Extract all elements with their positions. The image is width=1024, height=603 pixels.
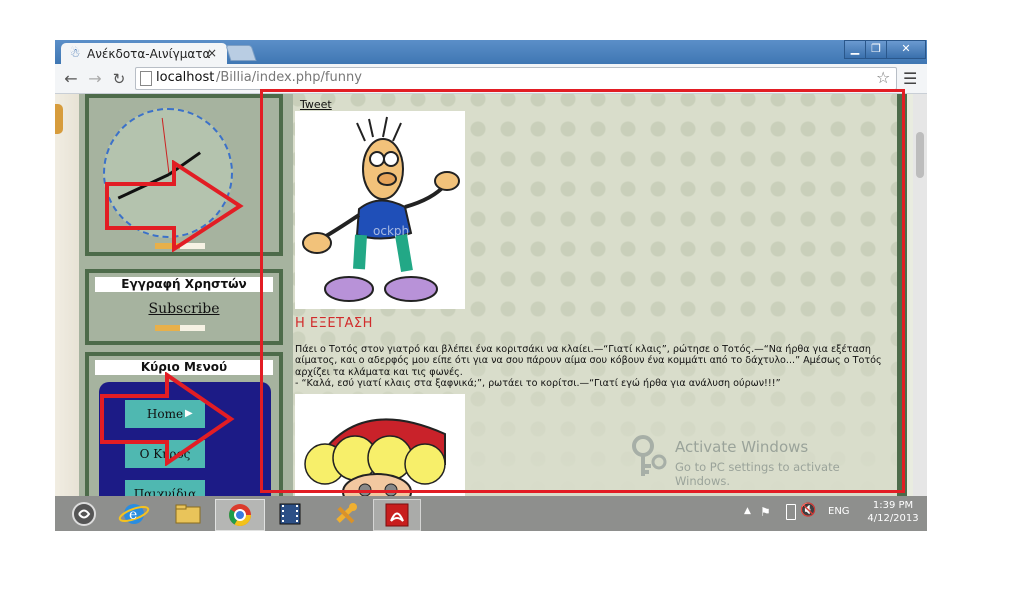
action-center-flag-icon[interactable]: ⚑ [760,505,771,519]
clock-time: 1:39 PM [872,500,914,511]
tray-expand-icon[interactable]: ▲ [744,506,751,516]
chrome-icon [229,504,251,526]
video-app-button[interactable] [269,499,311,529]
pencil-decoration [155,325,205,331]
annotation-arrow-icon [105,160,244,252]
sound-muted-icon[interactable]: 🔇 [800,503,816,518]
taskbar: e ▲ ⚑ 🔇 ENG 1:39 PM 4/12/2013 [55,496,927,531]
start-button[interactable] [63,499,105,529]
language-indicator[interactable]: ENG [828,506,850,517]
minimize-button[interactable]: ▁ [844,40,866,59]
registration-panel: Εγγραφή Χρηστών Subscribe [85,269,283,345]
svg-text:e: e [129,507,137,523]
address-bar[interactable]: localhost /Billia/index.php/funny ☆ [135,67,897,90]
annotation-arrow-icon [100,372,235,466]
chrome-taskbar-button[interactable] [215,499,265,531]
film-icon [279,503,301,525]
chrome-menu-icon[interactable]: ☰ [903,70,917,88]
back-arrow-icon[interactable]: ← [61,69,81,89]
clock-date: 4/12/2013 [867,513,919,524]
annotation-highlight-rectangle [260,89,905,493]
tab-close-icon[interactable]: × [207,45,217,61]
internet-explorer-icon: e [118,504,150,524]
subscribe-link[interactable]: Subscribe [89,301,279,317]
bookmark-star-icon[interactable]: ☆ [876,68,890,88]
internet-explorer-button[interactable]: e [113,499,155,529]
pdf-icon [385,503,409,527]
battery-icon[interactable] [786,504,796,520]
maximize-button[interactable]: ❐ [865,40,887,59]
browser-tab[interactable]: ☃ Ανέκδοτα-Αινίγματα × [61,43,227,64]
start-icon [72,502,96,526]
reload-icon[interactable]: ↻ [109,69,129,89]
tab-title: Ανέκδοτα-Αινίγματα [87,47,211,61]
tools-icon [336,503,357,524]
title-bar: ☃ Ανέκδοτα-Αινίγματα × ▁ ❐ ✕ [55,40,927,64]
close-window-button[interactable]: ✕ [886,40,926,59]
registration-title: Εγγραφή Χρηστών [95,277,273,292]
page-scrollbar[interactable] [913,94,927,496]
url-path: /Billia/index.php/funny [216,70,362,85]
pdf-reader-button[interactable] [373,499,421,531]
file-explorer-button[interactable] [167,499,209,529]
menu-item-games[interactable]: Παιχνίδια [125,480,205,496]
scrollbar-thumb[interactable] [916,132,924,178]
forward-arrow-icon[interactable]: → [85,69,105,89]
tools-app-button[interactable] [325,499,367,529]
new-tab-button[interactable] [225,45,257,61]
background-figure [55,104,63,134]
page-icon [140,71,152,86]
url-host: localhost [156,70,215,85]
favicon-icon: ☃ [69,46,81,60]
system-clock[interactable]: 1:39 PM 4/12/2013 [865,499,921,525]
folder-icon [175,504,201,524]
